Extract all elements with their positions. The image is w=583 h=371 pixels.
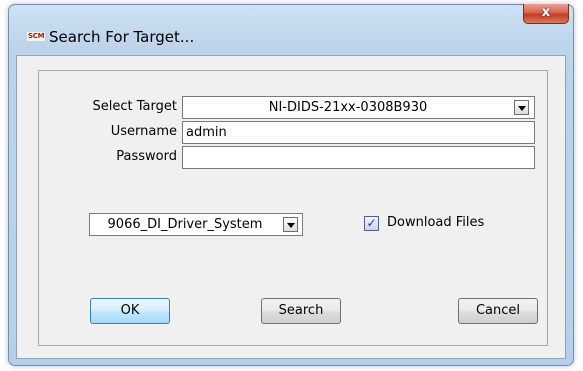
close-icon: x: [541, 5, 551, 20]
search-form-panel: Select Target NI-DIDS-21xx-0308B930 User…: [38, 70, 548, 346]
username-field[interactable]: admin: [182, 121, 535, 144]
download-files-label[interactable]: Download Files: [387, 215, 484, 230]
system-dropdown-button[interactable]: [283, 217, 298, 232]
download-files-checkbox[interactable]: ✓: [364, 216, 379, 231]
username-value: admin: [186, 125, 227, 140]
select-target-value: NI-DIDS-21xx-0308B930: [268, 100, 428, 115]
cancel-button[interactable]: Cancel: [458, 298, 538, 324]
select-target-dropdown-button[interactable]: [514, 100, 529, 115]
title-bar[interactable]: SCM Search For Target... x: [9, 4, 573, 55]
search-target-dialog: SCM Search For Target... x Select Target…: [8, 4, 574, 366]
scm-app-icon: SCM: [27, 32, 46, 41]
close-button[interactable]: x: [523, 4, 569, 24]
system-combo[interactable]: 9066_DI_Driver_System: [89, 213, 303, 236]
select-target-combo[interactable]: NI-DIDS-21xx-0308B930: [182, 96, 535, 119]
search-button[interactable]: Search: [261, 298, 341, 324]
dialog-client-area: Select Target NI-DIDS-21xx-0308B930 User…: [16, 55, 566, 359]
system-value: 9066_DI_Driver_System: [107, 217, 263, 232]
checkmark-icon: ✓: [366, 216, 377, 230]
select-target-label: Select Target: [92, 99, 177, 114]
username-label: Username: [110, 124, 177, 139]
window-title: Search For Target...: [49, 28, 195, 46]
password-label: Password: [116, 149, 177, 164]
chevron-down-icon: [518, 106, 526, 111]
ok-button[interactable]: OK: [90, 298, 170, 324]
chevron-down-icon: [287, 223, 295, 228]
password-field[interactable]: [182, 146, 535, 169]
